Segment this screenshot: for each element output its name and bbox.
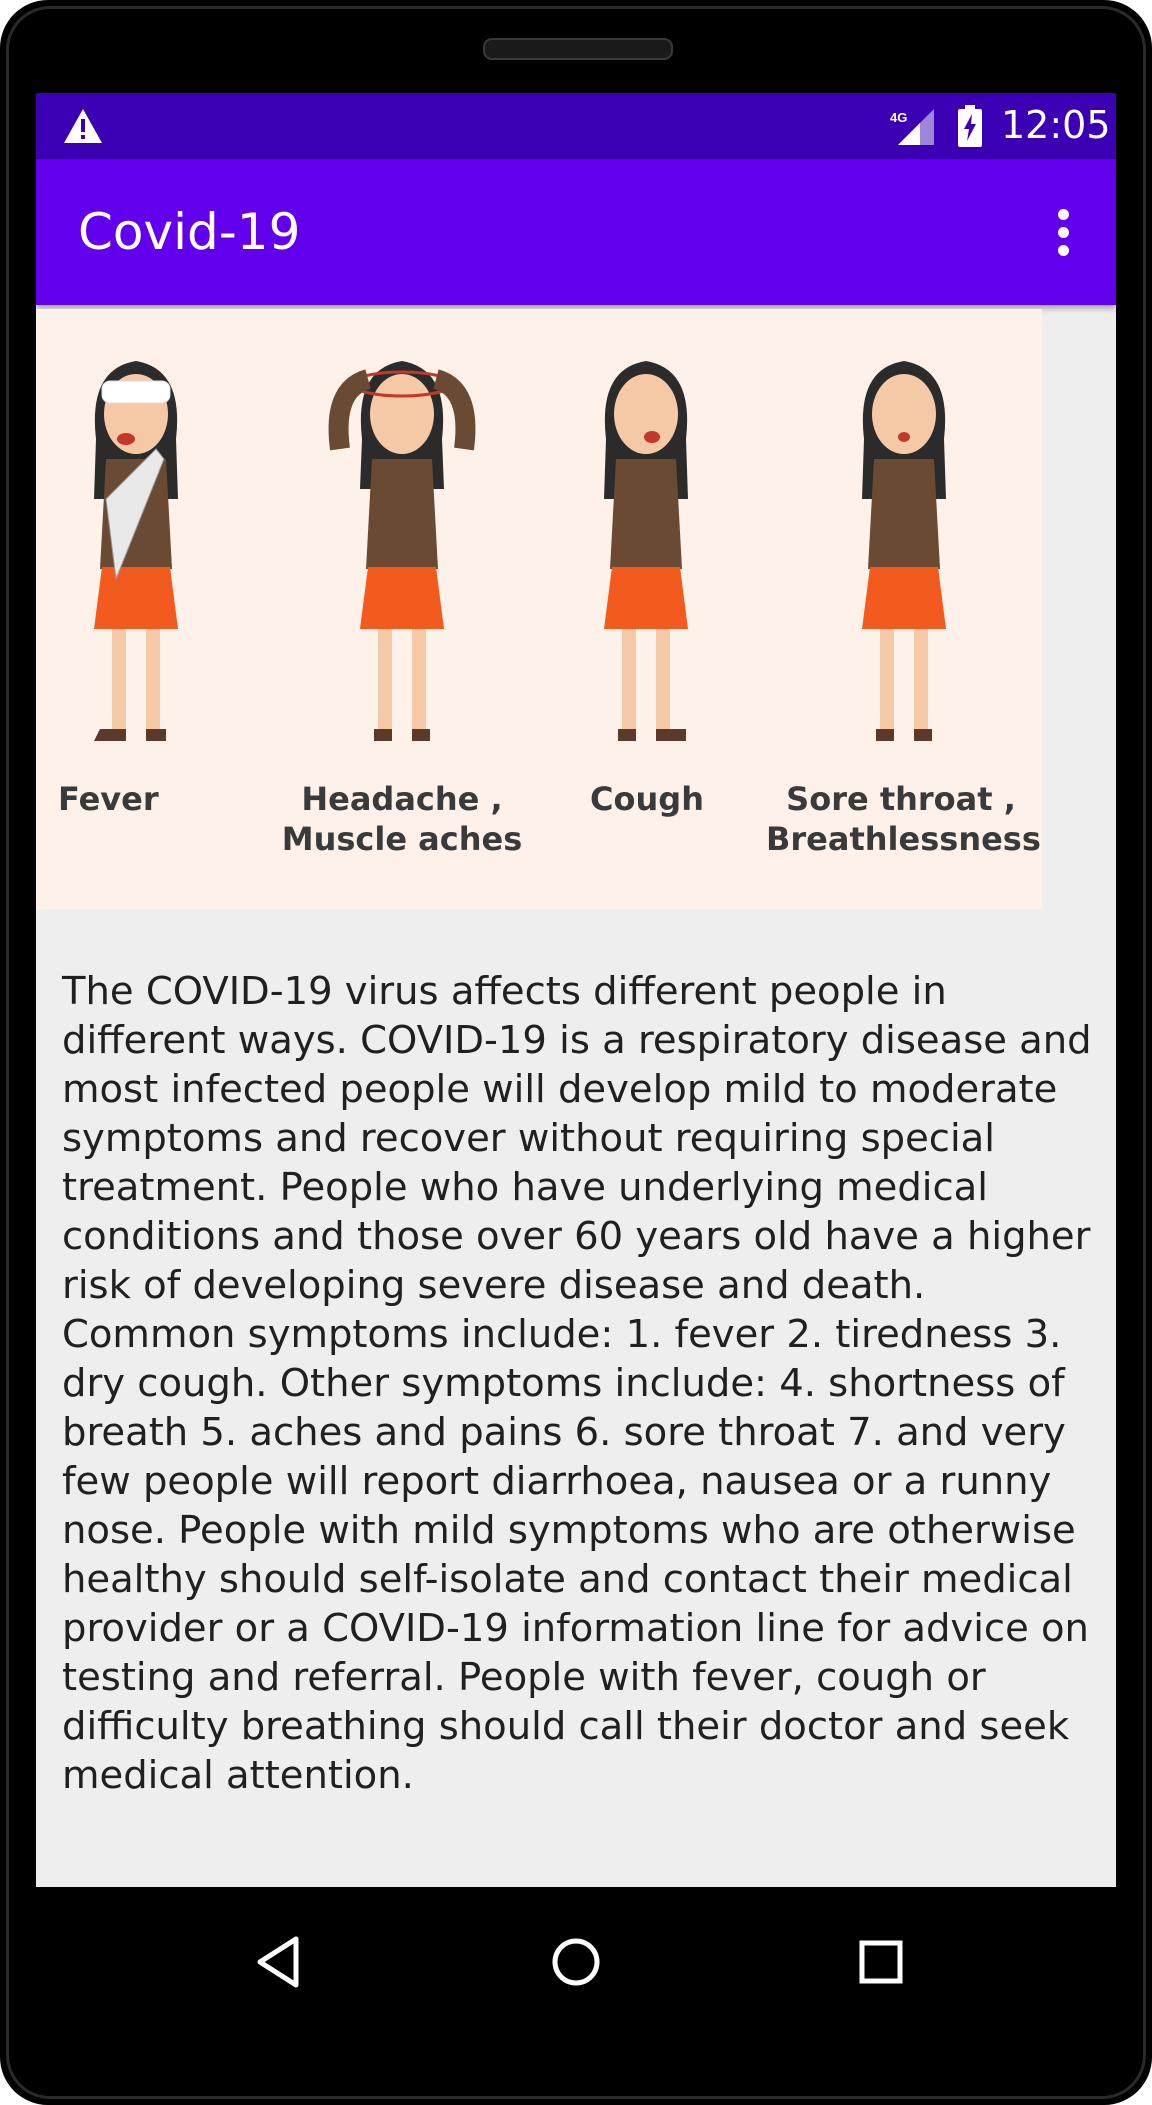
symptoms-illustration: Fever Headache , Muscle aches Cough Sore… <box>36 309 1042 909</box>
symptom-label-fever: Fever <box>58 779 178 819</box>
home-icon[interactable] <box>541 1927 611 1997</box>
signal-4g-icon: 4G <box>890 109 934 145</box>
sore-throat-figure <box>862 361 946 741</box>
earpiece-speaker <box>483 38 673 60</box>
page-title: Covid-19 <box>78 203 301 261</box>
app-bar: Covid-19 <box>36 159 1116 305</box>
symptom-label-line: Cough <box>590 780 704 818</box>
symptom-label-headache: Headache , Muscle aches <box>272 779 532 859</box>
device-frame: 4G 12:05 Covid-19 Fever Headache , Muscl… <box>0 0 1152 2105</box>
symptom-label-line: Sore throat , <box>786 780 1016 818</box>
overflow-menu-icon[interactable] <box>1044 199 1084 265</box>
recents-icon[interactable] <box>846 1927 916 1997</box>
navigation-bar <box>36 1887 1116 2047</box>
fever-figure <box>94 361 178 741</box>
symptom-label-cough: Cough <box>582 779 712 819</box>
battery-charging-icon <box>958 105 982 147</box>
symptom-label-sore-throat: Sore throat , Breathlessness <box>766 779 1041 859</box>
screen: 4G 12:05 Covid-19 Fever Headache , Muscl… <box>36 93 1116 1887</box>
clock: 12:05 <box>1001 103 1111 147</box>
warning-icon <box>64 109 102 143</box>
cough-figure <box>604 361 688 741</box>
headache-figure <box>328 361 476 741</box>
symptom-label-line: Breathlessness <box>766 820 1041 858</box>
symptom-label-line: Headache , <box>301 780 503 818</box>
status-bar: 4G 12:05 <box>36 93 1116 159</box>
svg-text:4G: 4G <box>890 110 907 125</box>
covid-description: The COVID-19 virus affects different peo… <box>62 969 1092 1798</box>
back-icon[interactable] <box>246 1927 316 1997</box>
symptoms-figures <box>94 361 946 741</box>
symptom-label-line: Fever <box>58 780 159 818</box>
symptom-label-line: Muscle aches <box>281 820 523 858</box>
